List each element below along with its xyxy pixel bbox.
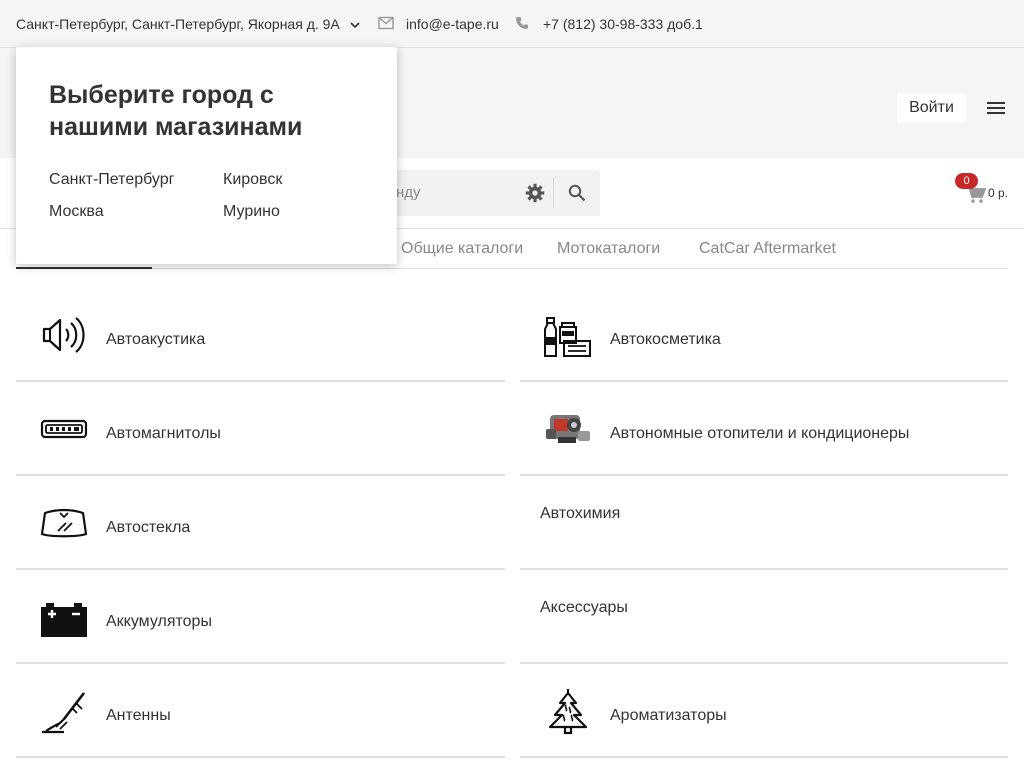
speaker-icon bbox=[42, 317, 85, 353]
category-row[interactable]: Автоакустика bbox=[16, 287, 505, 382]
city-link[interactable]: Москва bbox=[49, 203, 104, 221]
category-label: Антенны bbox=[106, 707, 171, 724]
car-radio-icon bbox=[40, 419, 88, 439]
antenna-icon bbox=[42, 692, 86, 734]
category-label: Автокосметика bbox=[610, 331, 721, 348]
windshield-icon bbox=[40, 508, 88, 538]
category-row[interactable]: Автостекла bbox=[16, 475, 505, 570]
air-freshener-tree-icon bbox=[548, 689, 588, 735]
search-divider bbox=[553, 178, 554, 208]
address-text: Санкт-Петербург, Санкт-Петербург, Якорна… bbox=[16, 16, 340, 32]
category-row[interactable]: Ароматизаторы bbox=[520, 663, 1008, 758]
category-row[interactable]: Автокосметика bbox=[520, 287, 1008, 382]
category-row[interactable]: Автохимия bbox=[520, 475, 1008, 570]
category-row[interactable]: Аккумуляторы bbox=[16, 569, 505, 664]
category-label: Аккумуляторы bbox=[106, 613, 212, 630]
search-icon[interactable] bbox=[568, 184, 586, 202]
category-label: Автономные отопители и кондиционеры bbox=[610, 425, 910, 442]
category-row[interactable]: Антенны bbox=[16, 663, 505, 758]
category-row[interactable]: Автономные отопители и кондиционеры bbox=[520, 381, 1008, 476]
category-row[interactable]: Аксессуары bbox=[520, 569, 1008, 664]
city-selection-popup: Выберите город с нашими магазинами Санкт… bbox=[16, 47, 397, 264]
login-button[interactable]: Войти bbox=[897, 93, 966, 123]
city-link[interactable]: Кировск bbox=[223, 171, 282, 189]
heater-icon bbox=[546, 415, 590, 443]
category-label: Автомагнитолы bbox=[106, 425, 221, 442]
phone-link[interactable]: +7 (812) 30-98-333 доб.1 bbox=[543, 15, 703, 33]
battery-icon bbox=[41, 603, 87, 637]
mail-icon bbox=[378, 16, 394, 30]
email-link[interactable]: info@e-tape.ru bbox=[406, 15, 499, 33]
tabs-divider bbox=[16, 268, 1008, 269]
city-link[interactable]: Санкт-Петербург bbox=[49, 171, 174, 189]
category-label: Автохимия bbox=[540, 505, 621, 522]
city-address-selector[interactable]: Санкт-Петербург, Санкт-Петербург, Якорна… bbox=[16, 15, 360, 33]
active-tab-indicator bbox=[16, 267, 152, 269]
category-label: Автостекла bbox=[106, 519, 191, 536]
category-label: Аксессуары bbox=[540, 599, 628, 616]
cart-total: 0 р. bbox=[988, 186, 1009, 200]
category-label: Ароматизаторы bbox=[610, 707, 727, 724]
city-link[interactable]: Мурино bbox=[223, 203, 280, 221]
hamburger-menu-icon[interactable] bbox=[986, 100, 1006, 116]
popup-title: Выберите город с нашими магазинами bbox=[49, 81, 303, 141]
search-input[interactable]: нду bbox=[396, 184, 421, 201]
tab-moto-catalogs[interactable]: Мотокаталоги bbox=[557, 240, 660, 258]
category-label: Автоакустика bbox=[106, 331, 206, 348]
cart-count-badge: 0 bbox=[955, 173, 978, 189]
settings-gear-icon[interactable] bbox=[525, 183, 545, 203]
car-cosmetics-icon bbox=[544, 317, 591, 357]
tab-general-catalogs[interactable]: Общие каталоги bbox=[401, 240, 523, 258]
chevron-down-icon bbox=[350, 22, 360, 29]
top-bar: Санкт-Петербург, Санкт-Петербург, Якорна… bbox=[0, 0, 1024, 48]
phone-icon bbox=[516, 17, 528, 29]
category-row[interactable]: Автомагнитолы bbox=[16, 381, 505, 476]
tab-catcar-aftermarket[interactable]: CatCar Aftermarket bbox=[699, 240, 836, 258]
